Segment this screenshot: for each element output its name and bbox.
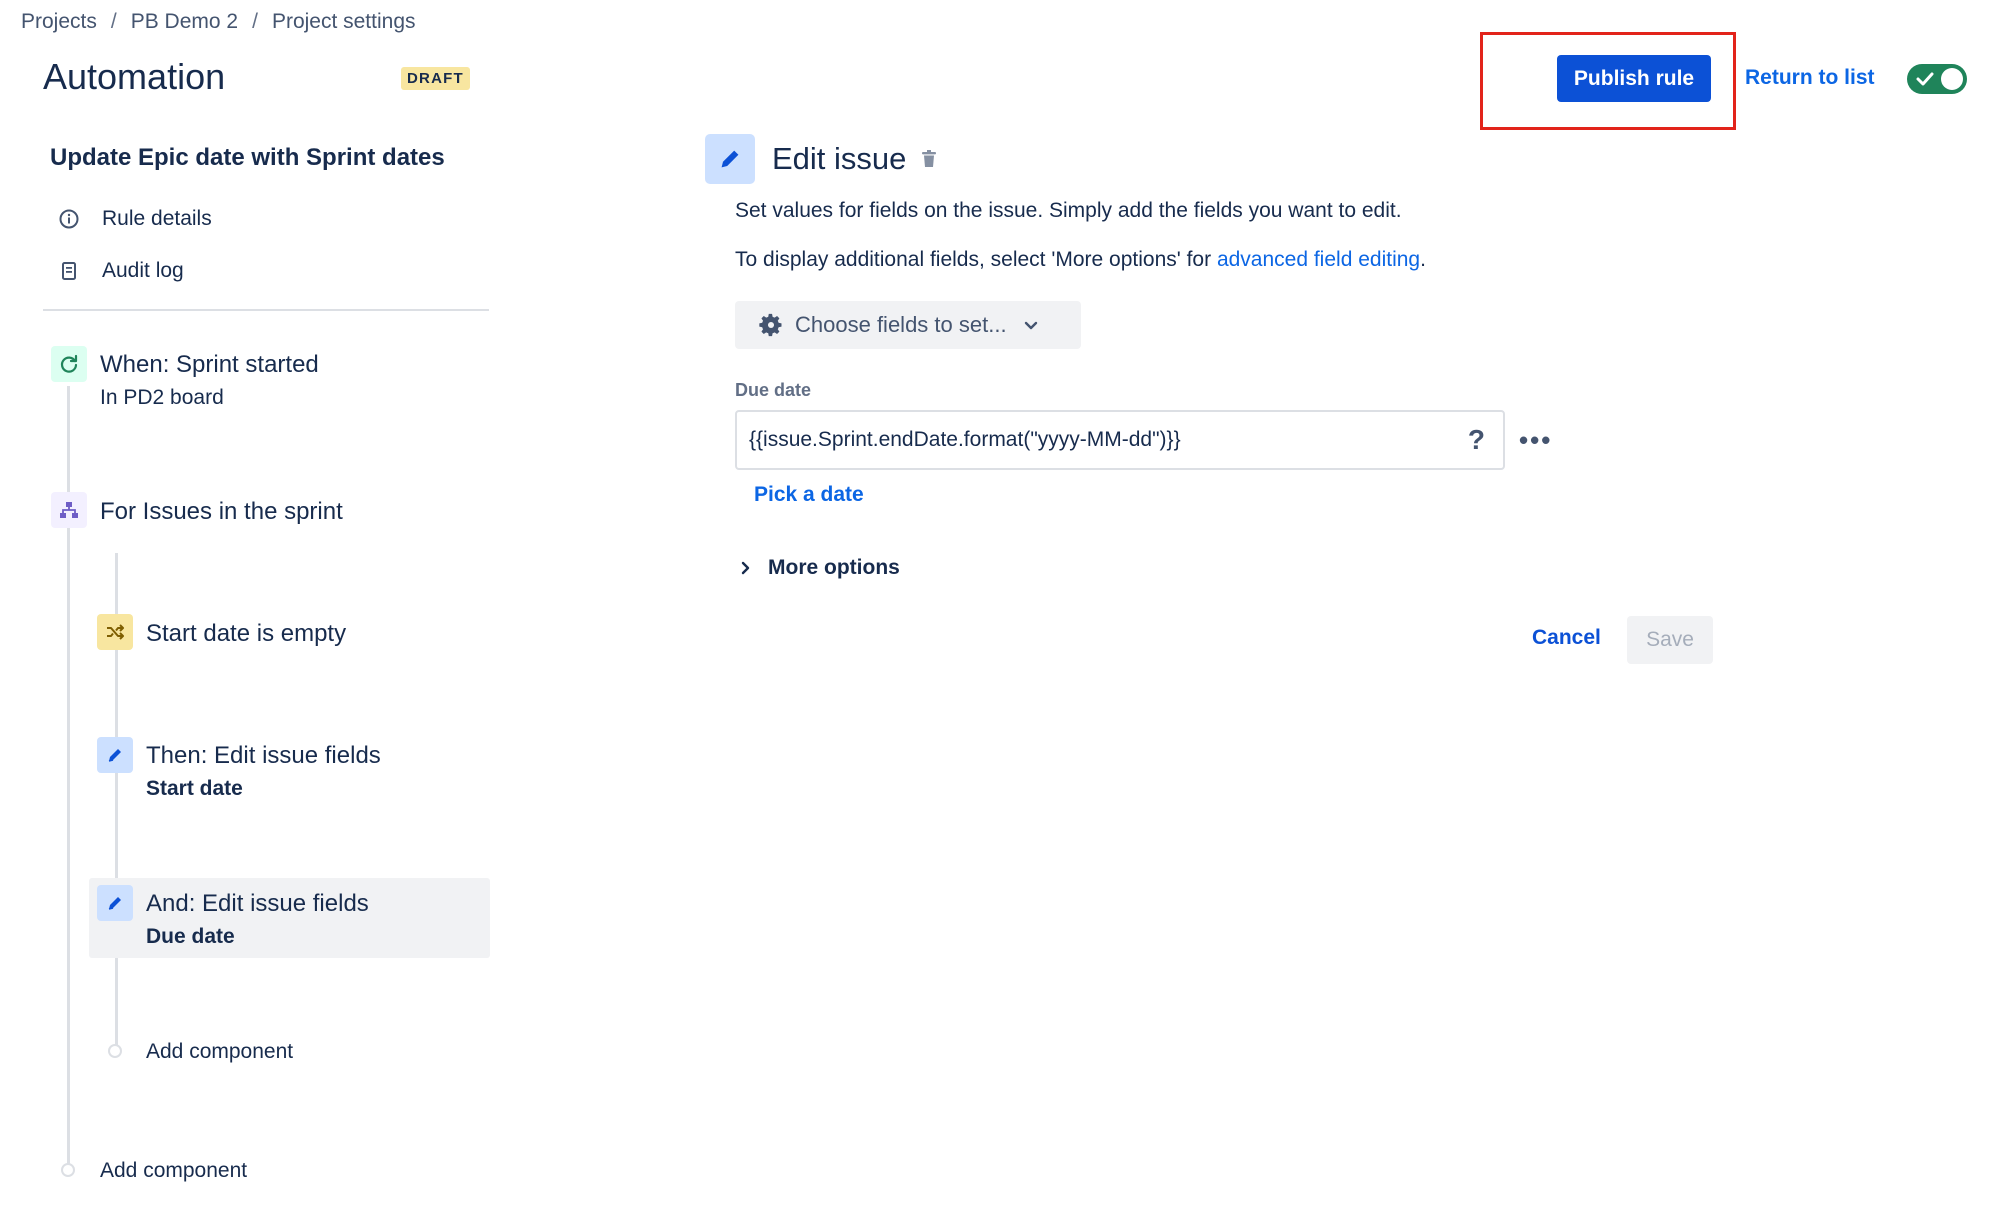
action-title[interactable]: Then: Edit issue fields [146,742,381,770]
due-date-label: Due date [735,380,812,400]
breadcrumb-project[interactable]: PB Demo 2 [131,10,238,33]
breadcrumb-project-settings[interactable]: Project settings [272,10,416,33]
add-component-link[interactable]: Add component [100,1159,247,1183]
due-date-value[interactable]: {{issue.Sprint.endDate.format("yyyy-MM-d… [749,428,1468,452]
chevron-right-icon [740,560,752,576]
more-actions-icon[interactable]: ••• [1519,425,1552,456]
more-options-toggle[interactable]: More options [740,556,900,580]
choose-fields-button[interactable]: Choose fields to set... [735,301,1081,349]
action-icon-box[interactable] [97,737,133,773]
breadcrumb-projects[interactable]: Projects [21,10,97,33]
breadcrumb: Projects / PB Demo 2 / Project settings [21,10,416,34]
due-date-input[interactable]: {{issue.Sprint.endDate.format("yyyy-MM-d… [735,410,1505,470]
action-icon-box[interactable] [97,885,133,921]
add-component-branch-link[interactable]: Add component [146,1040,293,1064]
panel-description: Set values for fields on the issue. Simp… [735,199,1402,222]
advanced-field-editing-link[interactable]: advanced field editing [1217,248,1420,271]
draft-badge: DRAFT [401,67,470,90]
action-subtitle: Start date [146,777,243,800]
help-icon[interactable]: ? [1468,424,1485,456]
more-options-label: More options [768,556,900,579]
edit-issue-icon-box [705,134,755,184]
condition-title[interactable]: Start date is empty [146,620,346,648]
refresh-icon [60,354,78,373]
sidebar-divider [43,309,489,311]
document-icon [58,260,80,282]
choose-fields-label: Choose fields to set... [795,312,1007,337]
branch-icon-box[interactable] [51,492,87,528]
breadcrumb-separator: / [252,10,258,33]
trigger-title[interactable]: When: Sprint started [100,351,319,379]
pencil-icon [108,749,121,762]
shuffle-icon [107,624,124,640]
pencil-icon [108,897,121,910]
chevron-down-icon [1023,317,1039,333]
rule-name: Update Epic date with Sprint dates [50,144,445,171]
return-to-list-link[interactable]: Return to list [1745,66,1875,90]
save-button[interactable]: Save [1627,616,1713,664]
toggle-knob [1941,68,1963,90]
add-component-dot-icon[interactable] [61,1163,75,1177]
trash-icon[interactable] [918,148,940,175]
publish-rule-button[interactable]: Publish rule [1557,55,1711,102]
trigger-subtitle: In PD2 board [100,386,224,409]
check-icon [1915,67,1935,96]
additional-fields-prefix: To display additional fields, select 'Mo… [735,248,1217,271]
action-subtitle: Due date [146,925,235,948]
action-title[interactable]: And: Edit issue fields [146,890,369,918]
sidebar-item-label: Rule details [102,207,212,230]
cancel-button[interactable]: Cancel [1532,626,1601,650]
additional-fields-suffix: . [1420,248,1426,271]
page-title: Automation [43,56,226,97]
additional-fields-text: To display additional fields, select 'Mo… [735,248,1426,272]
condition-icon-box[interactable] [97,614,133,650]
add-component-dot-icon[interactable] [108,1044,122,1058]
gear-icon [757,311,785,339]
trigger-icon-box[interactable] [51,346,87,382]
branch-title[interactable]: For Issues in the sprint [100,498,343,526]
sidebar-item-audit-log[interactable]: Audit log [58,259,184,283]
panel-title: Edit issue [772,141,907,176]
sidebar-item-label: Audit log [102,259,184,282]
hierarchy-icon [60,502,78,518]
pick-a-date-link[interactable]: Pick a date [754,483,864,507]
info-icon [58,208,80,230]
pencil-icon [721,150,739,168]
rule-enabled-toggle[interactable] [1907,64,1967,94]
breadcrumb-separator: / [110,10,117,33]
sidebar-item-rule-details[interactable]: Rule details [58,207,212,231]
